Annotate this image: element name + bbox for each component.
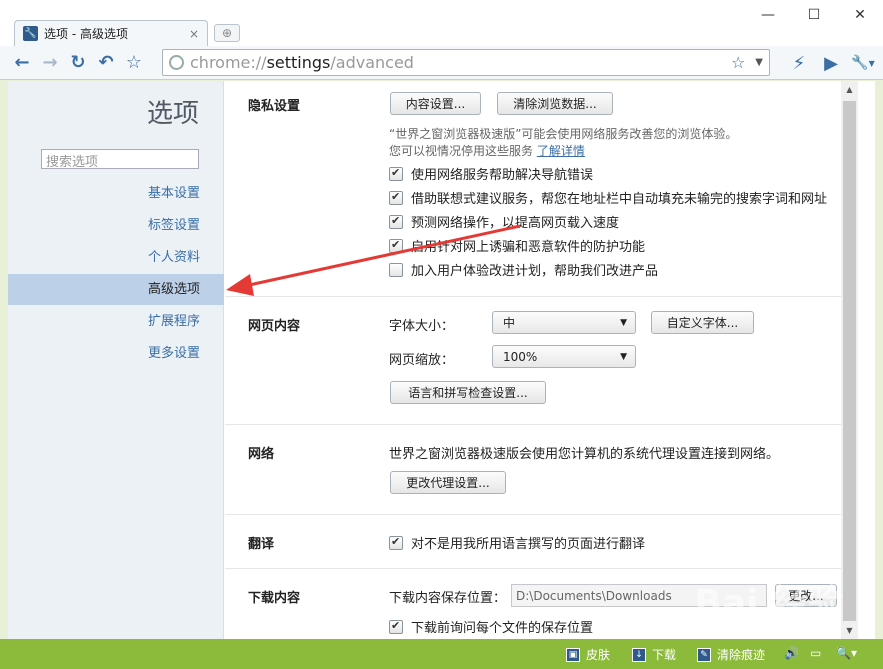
tab-options-advanced[interactable]: 🔧 选项 - 高级选项 × — [14, 20, 208, 46]
privacy-section: 隐私设置 内容设置... 清除浏览数据... “世界之窗浏览器极速版”可能会使用… — [225, 81, 858, 297]
skin-icon: ▣ — [566, 647, 580, 662]
wrench-icon: 🔧 — [23, 26, 38, 41]
maximize-button[interactable]: ☐ — [791, 0, 837, 30]
language-settings-button[interactable]: 语言和拼写检查设置... — [390, 381, 546, 404]
learn-more-link[interactable]: 了解详情 — [537, 144, 585, 158]
network-section: 网络 世界之窗浏览器极速版会使用您计算机的系统代理设置连接到网络。 更改代理设置… — [225, 425, 858, 515]
translate-title: 翻译 — [248, 537, 275, 552]
vertical-scrollbar[interactable]: ▲ ▼ — [841, 81, 858, 639]
window-controls: — ☐ ✕ — [745, 0, 883, 30]
status-bar: ▣ 皮肤 ↓ 下载 ✎ 清除痕迹 🔊 ▭ 🔍▾ — [0, 639, 883, 669]
scroll-thumb[interactable] — [843, 101, 856, 621]
settings-sidebar: 选项 搜索选项 基本设置 标签设置 个人资料 高级选项 扩展程序 更多设置 — [8, 81, 224, 639]
scroll-up-icon[interactable]: ▲ — [841, 81, 858, 98]
clear-data-button[interactable]: 清除浏览数据... — [497, 92, 613, 115]
checkbox[interactable] — [389, 262, 403, 277]
star-icon[interactable]: ☆ — [731, 53, 745, 72]
sidebar-item-basic[interactable]: 基本设置 — [8, 178, 224, 209]
zoom-select[interactable]: 100% ▼ — [492, 345, 636, 368]
forward-button[interactable]: → — [36, 49, 64, 77]
privacy-note: “世界之窗浏览器极速版”可能会使用网络服务改善您的浏览体验。 — [389, 127, 738, 141]
undo-close-tab-button[interactable]: ↶ — [92, 49, 120, 77]
chevron-down-icon: ▼ — [620, 318, 627, 328]
volume-icon[interactable]: 🔊 — [784, 646, 799, 660]
title-bar: 🔧 选项 - 高级选项 × ⊕ — ☐ ✕ — [0, 0, 883, 46]
content-settings-button[interactable]: 内容设置... — [390, 92, 481, 115]
address-bar[interactable]: chrome://settings/advanced ☆ ▼ — [162, 49, 770, 76]
download-icon: ↓ — [632, 647, 646, 662]
web-content-section: 网页内容 字体大小： 中 ▼ 自定义字体... 网页缩放： 100% ▼ 语言和拼写… — [225, 297, 858, 425]
network-description: 世界之窗浏览器极速版会使用您计算机的系统代理设置连接到网络。 — [389, 447, 780, 462]
option-suggest[interactable]: 借助联想式建议服务，帮您在地址栏中自动填充未输完的搜索字词和网址 — [389, 188, 827, 207]
play-icon[interactable]: ▶ — [817, 49, 845, 77]
broom-icon: ✎ — [697, 647, 711, 662]
option-ux-program[interactable]: 加入用户体验改进计划，帮助我们改进产品 — [389, 260, 658, 279]
chevron-down-icon: ▼ — [620, 352, 627, 362]
screen-icon[interactable]: ▭ — [810, 646, 821, 660]
tab-close-icon[interactable]: × — [189, 27, 199, 41]
sidebar-item-profile[interactable]: 个人资料 — [8, 242, 224, 273]
new-tab-button[interactable]: ⊕ — [214, 24, 240, 42]
translate-section: 翻译 对不是用我所用语言撰写的页面进行翻译 — [225, 515, 858, 569]
search-input[interactable]: 搜索选项 — [41, 149, 199, 170]
sidebar-item-advanced[interactable]: 高级选项 — [8, 274, 224, 305]
checkbox[interactable] — [389, 190, 403, 205]
settings-page: 选项 搜索选项 基本设置 标签设置 个人资料 高级选项 扩展程序 更多设置 隐私… — [8, 81, 875, 639]
font-size-label: 字体大小： — [389, 319, 455, 334]
settings-main: 隐私设置 内容设置... 清除浏览数据... “世界之窗浏览器极速版”可能会使用… — [225, 81, 858, 639]
flash-icon[interactable]: ⚡ — [785, 49, 813, 77]
sidebar-item-tabs[interactable]: 标签设置 — [8, 210, 224, 241]
option-translate[interactable]: 对不是用我所用语言撰写的页面进行翻译 — [389, 533, 645, 552]
checkbox[interactable] — [389, 238, 403, 253]
checkbox[interactable] — [389, 214, 403, 229]
address-url[interactable]: chrome://settings/advanced — [190, 53, 731, 72]
chevron-down-icon[interactable]: ▼ — [755, 57, 763, 68]
wrench-menu-button[interactable]: 🔧 ▼ — [849, 49, 877, 77]
watermark-url: jingyan.baidu.com — [692, 622, 831, 640]
minimize-button[interactable]: — — [745, 0, 791, 30]
sidebar-item-more[interactable]: 更多设置 — [8, 338, 224, 369]
page-info-icon[interactable] — [169, 55, 184, 70]
downloads-title: 下载内容 — [248, 591, 301, 606]
download-button[interactable]: ↓ 下载 — [632, 646, 676, 663]
tab-title: 选项 - 高级选项 — [44, 27, 128, 41]
option-prefetch[interactable]: 预测网络操作，以提高网页载入速度 — [389, 212, 619, 231]
zoom-label: 网页缩放： — [389, 353, 455, 368]
proxy-settings-button[interactable]: 更改代理设置... — [390, 471, 506, 494]
web-content-title: 网页内容 — [248, 319, 301, 334]
custom-fonts-button[interactable]: 自定义字体... — [651, 311, 754, 334]
back-button[interactable]: ← — [8, 49, 36, 77]
wrench-icon: 🔧 — [851, 55, 869, 71]
privacy-title: 隐私设置 — [248, 99, 301, 114]
chevron-down-icon: ▼ — [868, 58, 875, 68]
checkbox[interactable] — [389, 166, 403, 181]
download-location-label: 下载内容保存位置： — [389, 591, 507, 606]
scroll-down-icon[interactable]: ▼ — [841, 622, 858, 639]
page-title: 选项 — [146, 99, 199, 129]
checkbox[interactable] — [389, 535, 403, 550]
zoom-icon[interactable]: 🔍▾ — [836, 646, 857, 660]
close-window-button[interactable]: ✕ — [837, 0, 883, 30]
browser-toolbar: ← → ↻ ↶ ☆ chrome://settings/advanced ☆ ▼… — [0, 46, 883, 80]
watermark-logo: Bai 经验 — [694, 583, 843, 624]
bookmark-button[interactable]: ☆ — [120, 49, 148, 77]
option-ask-location[interactable]: 下载前询问每个文件的保存位置 — [389, 617, 593, 636]
privacy-note-2: 您可以视情况停用这些服务 了解详情 — [389, 144, 585, 158]
option-phishing[interactable]: 启用针对网上诱骗和恶意软件的防护功能 — [389, 236, 645, 255]
checkbox[interactable] — [389, 619, 403, 634]
toolbar-right: ⚡ ▶ 🔧 ▼ — [785, 49, 877, 77]
sidebar-item-extensions[interactable]: 扩展程序 — [8, 306, 224, 337]
font-size-select[interactable]: 中 ▼ — [492, 311, 636, 334]
skin-button[interactable]: ▣ 皮肤 — [566, 646, 610, 663]
network-title: 网络 — [248, 447, 275, 462]
clear-traces-button[interactable]: ✎ 清除痕迹 — [697, 646, 765, 663]
option-nav-errors[interactable]: 使用网络服务帮助解决导航错误 — [389, 164, 593, 183]
browser-window: 🔧 选项 - 高级选项 × ⊕ — ☐ ✕ ← → ↻ ↶ ☆ chrome:/… — [0, 0, 883, 669]
reload-button[interactable]: ↻ — [64, 49, 92, 77]
